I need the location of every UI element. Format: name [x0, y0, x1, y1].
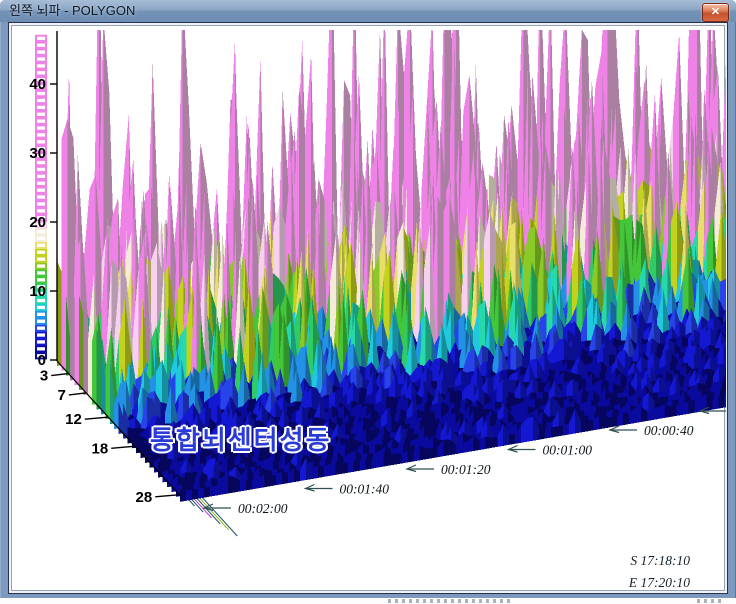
svg-text:7: 7: [57, 387, 65, 404]
title-bar[interactable]: 왼쪽 뇌파 - POLYGON ✕: [0, 0, 736, 22]
svg-text:20: 20: [29, 214, 46, 231]
svg-text:30: 30: [29, 145, 46, 162]
app-window: 왼쪽 뇌파 - POLYGON ✕ 0 10 20 30 40 3712 18 28 00:00…: [0, 0, 736, 598]
background-window-fragment: [388, 599, 514, 603]
svg-text:00:01:40: 00:01:40: [340, 482, 390, 497]
svg-text:18: 18: [92, 440, 109, 457]
background-window-fragment: [697, 599, 723, 603]
svg-text:3: 3: [40, 368, 48, 385]
svg-text:00:02:00: 00:02:00: [238, 501, 288, 516]
svg-text:28: 28: [136, 489, 153, 506]
background-window-strip: [0, 598, 736, 604]
close-button[interactable]: ✕: [702, 3, 729, 22]
svg-text:00:01:00: 00:01:00: [543, 443, 593, 458]
window-title: 왼쪽 뇌파 - POLYGON: [9, 0, 135, 22]
close-icon: ✕: [711, 6, 720, 18]
center-watermark: 통합뇌센터성동: [150, 420, 331, 457]
svg-text:12: 12: [65, 411, 82, 428]
svg-text:0: 0: [38, 352, 46, 369]
svg-text:00:01:20: 00:01:20: [441, 462, 491, 477]
session-end-label: E 17:20:10: [600, 575, 690, 591]
eeg-3d-waterfall-chart: 0 10 20 30 40 3712 18 28 00:00:40 00:01:00 00:01:2…: [10, 30, 726, 592]
session-start-label: S 17:18:10: [600, 553, 690, 569]
svg-text:00:00:40: 00:00:40: [644, 423, 694, 438]
svg-text:40: 40: [29, 76, 46, 93]
screen: 왼쪽 뇌파 - POLYGON ✕ 0 10 20 30 40 3712 18 28 00:00…: [0, 0, 736, 604]
svg-text:10: 10: [29, 283, 46, 300]
